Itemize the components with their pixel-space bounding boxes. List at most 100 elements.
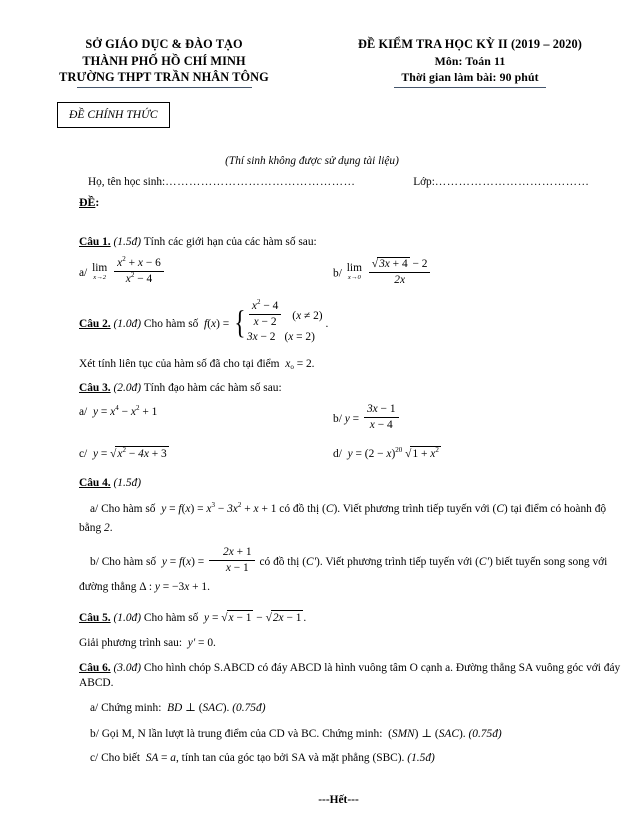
class-label: Lớp: — [413, 175, 435, 188]
question-5-math-end: . — [303, 611, 307, 624]
question-3-part-c-math: y = √x2 − 4x + 3 — [90, 446, 169, 461]
department-line-2: THÀNH PHỐ HỒ CHÍ MINH — [82, 53, 246, 68]
question-6-points: (3.0đ) — [113, 661, 142, 674]
question-1-part-b-label: b/ — [333, 267, 342, 280]
question-6-part-a-text: a/ Chứng minh: — [90, 701, 162, 714]
question-6: Câu 6. (3.0đ) Cho hình chóp S.ABCD có đá… — [79, 661, 628, 766]
question-3-part-d: d/ y = (2 − x)20 √1 + x2 — [333, 446, 628, 462]
question-4-points: (1.5đ) — [113, 476, 142, 489]
fraction: √3x + 4 − 2 2x — [368, 257, 431, 287]
question-3-part-b-label: b/ — [333, 412, 342, 425]
question-1-part-a: a/ lim x→2 x2 + x − 6 x2 − 4 — [79, 255, 333, 289]
student-info-line: Họ, tên học sinh: ………………………………………… Lớp: … — [0, 176, 644, 188]
question-1-part-a-label: a/ — [79, 266, 88, 279]
header-left-block: SỞ GIÁO DỤC & ĐÀO TẠO THÀNH PHỐ HỒ CHÍ M… — [0, 36, 314, 88]
question-5-points: (1.0đ) — [113, 611, 142, 624]
question-2-followup-math: xo = 2 — [282, 357, 312, 371]
square-root: √x − 1 — [221, 610, 254, 625]
question-4-part-a-text-2: có đồ thị — [279, 502, 320, 515]
question-4-part-b-math: y = f(x) = 2x + 1 x − 1 — [159, 546, 259, 574]
question-3-part-c-label: c/ — [79, 447, 88, 460]
question-3-part-d-math: y = (2 − x)20 √1 + x2 — [344, 445, 441, 461]
question-4-part-b: b/ Cho hàm số y = f(x) = 2x + 1 x − 1 có… — [79, 546, 628, 598]
question-3: Câu 3. (2.0đ) Tính đạo hàm các hàm số sa… — [79, 381, 628, 462]
question-4-part-a-text-3: . Viết phương trình tiếp tuyến với — [337, 502, 490, 515]
question-3-part-a-label: a/ — [79, 405, 88, 418]
question-3-part-b: b/ y = 3x − 1 x − 4 — [333, 403, 628, 434]
question-1-prompt: Tính các giới hạn của các hàm số sau: — [143, 235, 317, 248]
question-6-part-c-points: (1.5đ) — [407, 751, 435, 764]
question-4-part-b-text-1: b/ Cho hàm số — [90, 555, 157, 568]
question-1-part-a-math: lim x→2 x2 + x − 6 x2 − 4 — [90, 255, 166, 285]
question-4-part-b-text-2: có đồ thị — [259, 555, 300, 568]
question-4: Câu 4. (1.5đ) a/ Cho hàm số y = f(x) = x… — [79, 476, 628, 598]
question-5-number: Câu 5. — [79, 611, 111, 624]
question-6-part-a: a/ Chứng minh: BD ⊥ (SAC). (0.75đ) — [79, 701, 628, 716]
question-4-curve-c-prime-2: (C') — [475, 555, 493, 568]
question-1-number: Câu 1. — [79, 235, 111, 248]
question-4-part-a-math: y = f(x) = x3 − 3x2 + x + 1 — [158, 500, 277, 515]
exam-section-label-text: ĐỀ — [79, 194, 96, 209]
square-root: √3x + 4 — [371, 257, 410, 271]
question-4-part-a: a/ Cho hàm số y = f(x) = x3 − 3x2 + x + … — [79, 500, 628, 538]
question-5-followup-end: . — [213, 636, 216, 649]
exam-section-label: ĐỀ: — [0, 195, 644, 210]
question-1-part-b-math: lim x→0 √3x + 4 − 2 2x — [345, 257, 433, 286]
question-2-followup: Xét tính liên tục của hàm số đã cho tại … — [79, 357, 628, 372]
question-4-curve-c-prime: (C') — [302, 555, 320, 568]
question-6-part-c-text-2: , tính tan của góc tạo bởi SA và mặt phẳ… — [175, 751, 405, 764]
question-6-part-b-points: (0.75đ) — [468, 727, 502, 740]
fraction: x2 + x − 6 x2 − 4 — [114, 255, 164, 286]
question-2-followup-text: Xét tính liên tục của hàm số đã cho tại … — [79, 357, 280, 370]
question-5-prompt: Cho hàm số — [143, 611, 199, 624]
department-line-1: SỞ GIÁO DỤC & ĐÀO TẠO — [85, 37, 243, 51]
question-3-row-2: c/ y = √x2 − 4x + 3 d/ y = (2 − x)20 √1 … — [79, 446, 628, 462]
question-3-part-d-label: d/ — [333, 447, 342, 460]
question-5-followup: Giải phương trình sau: y' = 0. — [79, 636, 628, 651]
student-name-field[interactable]: ………………………………………… — [165, 176, 413, 188]
question-6-part-c-math: SA = a — [142, 751, 176, 764]
question-4-heading: Câu 4. (1.5đ) — [79, 476, 628, 491]
official-exam-stamp: ĐỀ CHÍNH THỨC — [57, 101, 170, 128]
question-3-part-a: a/ y = x4 − x2 + 1 — [79, 403, 333, 434]
exam-duration: Thời gian làm bài: 90 phút — [401, 70, 539, 84]
question-5-followup-text: Giải phương trình sau: — [79, 636, 182, 649]
school-name: TRƯỜNG THPT TRẦN NHÂN TÔNG — [59, 70, 269, 84]
question-1-parts: a/ lim x→2 x2 + x − 6 x2 − 4 b/ lim x→0 … — [79, 255, 628, 289]
question-3-part-c: c/ y = √x2 − 4x + 3 — [79, 446, 333, 462]
question-5-math: y = √x − 1 − √2x − 1 — [201, 610, 304, 625]
question-6-part-b: b/ Gọi M, N lần lượt là trung điểm của C… — [79, 727, 628, 742]
square-root: √x2 − 4x + 3 — [110, 446, 169, 461]
question-4-part-a-end: . — [109, 521, 113, 534]
question-6-part-c-text-1: c/ Cho biết — [90, 751, 140, 764]
question-2-followup-end: . — [311, 357, 315, 370]
question-4-part-b-end: . — [207, 580, 210, 593]
question-1-part-b: b/ lim x→0 √3x + 4 − 2 2x — [333, 257, 628, 289]
question-4-curve-c: (C) — [322, 502, 338, 515]
question-1-heading: Câu 1. (1.5đ) Tính các giới hạn của các … — [79, 235, 628, 250]
question-2-prompt: Cho hàm số — [143, 317, 199, 330]
question-3-number: Câu 3. — [79, 381, 111, 394]
question-3-row-1: a/ y = x4 − x2 + 1 b/ y = 3x − 1 x − 4 — [79, 403, 628, 434]
question-3-heading: Câu 3. (2.0đ) Tính đạo hàm các hàm số sa… — [79, 381, 628, 396]
question-2: Câu 2. (1.0đ) Cho hàm số f(x) = { x2 − 4… — [79, 298, 628, 372]
question-6-part-b-dot: . — [462, 727, 466, 740]
question-2-points: (1.0đ) — [113, 317, 142, 330]
fraction: 3x − 1 x − 4 — [363, 403, 399, 432]
question-3-points: (2.0đ) — [113, 381, 142, 394]
exam-page: SỞ GIÁO DỤC & ĐÀO TẠO THÀNH PHỐ HỒ CHÍ M… — [0, 0, 644, 839]
square-root: √2x − 1 — [265, 610, 304, 625]
question-5-heading: Câu 5. (1.0đ) Cho hàm số y = √x − 1 − √2… — [79, 610, 628, 626]
question-6-prompt: Cho hình chóp S.ABCD có đáy ABCD là hình… — [79, 661, 621, 689]
exam-section-label-colon: : — [95, 194, 100, 209]
official-stamp-wrapper: ĐỀ CHÍNH THỨC — [0, 101, 644, 128]
question-2-math-tail: . — [325, 317, 329, 330]
question-4-curve-c-2: (C) — [492, 502, 508, 515]
question-3-part-a-math: y = x4 − x2 + 1 — [90, 403, 158, 418]
class-field[interactable]: ………………………………… — [435, 176, 630, 188]
exam-duration-underline — [394, 86, 546, 88]
question-1: Câu 1. (1.5đ) Tính các giới hạn của các … — [79, 235, 628, 289]
exam-body: Câu 1. (1.5đ) Tính các giới hạn của các … — [0, 210, 644, 808]
question-6-heading: Câu 6. (3.0đ) Cho hình chóp S.ABCD có đá… — [79, 661, 628, 691]
limit-operator: lim x→2 — [92, 261, 108, 281]
